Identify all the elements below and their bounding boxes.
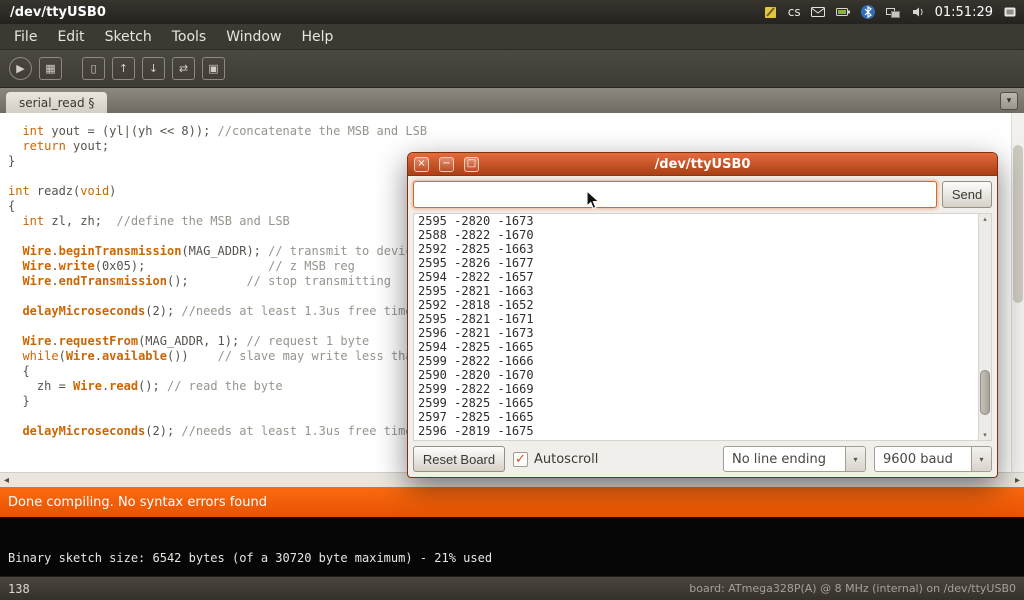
screen: /dev/ttyUSB0 cs 01:51:29: [0, 0, 1024, 600]
maximize-button[interactable]: □: [464, 157, 479, 172]
dialog-titlebar[interactable]: ×−□ /dev/ttyUSB0: [408, 153, 997, 176]
serial-output-line: 2590 -2820 -1670: [418, 368, 974, 382]
note-icon[interactable]: [763, 4, 779, 20]
serial-output-line: 2597 -2825 -1665: [418, 410, 974, 424]
serial-output-line: 2592 -2818 -1652: [418, 298, 974, 312]
menu-help[interactable]: Help: [291, 24, 343, 50]
window-controls: ×−□: [414, 157, 479, 172]
console-output: Binary sketch size: 6542 bytes (of a 307…: [0, 517, 1024, 576]
reset-board-button[interactable]: Reset Board: [413, 446, 505, 472]
serial-monitor-button[interactable]: ▣: [202, 57, 225, 80]
scroll-down-icon[interactable]: ▾: [979, 430, 991, 440]
chevron-down-icon: ▾: [845, 447, 865, 471]
save-sketch-button[interactable]: ↓: [142, 57, 165, 80]
bluetooth-icon[interactable]: [860, 4, 876, 20]
serial-output-area: 2595 -2820 -16732588 -2822 -16702592 -28…: [413, 213, 992, 441]
board-info: board: ATmega328P(A) @ 8 MHz (internal) …: [689, 582, 1016, 595]
upload-button[interactable]: ⇄: [172, 57, 195, 80]
status-message: Done compiling. No syntax errors found: [8, 495, 267, 510]
dialog-title: /dev/ttyUSB0: [408, 157, 997, 172]
line-ending-value: No line ending: [724, 452, 845, 467]
baud-value: 9600 baud: [875, 452, 971, 467]
scroll-left-icon[interactable]: ◂: [4, 475, 9, 486]
serial-output-line: 2594 -2825 -1665: [418, 340, 974, 354]
clock[interactable]: 01:51:29: [935, 5, 993, 20]
send-row: Send: [413, 181, 992, 208]
serial-scrollbar[interactable]: ▴ ▾: [978, 214, 991, 440]
code-line: int yout = (yl|(yh << 8)); //concatenate…: [8, 124, 1024, 139]
serial-output-line: 2595 -2826 -1677: [418, 256, 974, 270]
tab-label: serial_read §: [19, 96, 94, 110]
system-tray: cs 01:51:29: [763, 4, 1018, 20]
serial-output-line: 2599 -2825 -1665: [418, 396, 974, 410]
top-panel: /dev/ttyUSB0 cs 01:51:29: [0, 0, 1024, 24]
scrollbar-thumb[interactable]: [1013, 145, 1023, 303]
network-icon[interactable]: [885, 4, 901, 20]
window-title: /dev/ttyUSB0: [10, 5, 106, 20]
serial-output-line: 2594 -2822 -1657: [418, 270, 974, 284]
serial-output-line: 2596 -2819 -1675: [418, 424, 974, 438]
autoscroll-label: Autoscroll: [534, 452, 598, 467]
tab-menu-button[interactable]: ▾: [1000, 92, 1018, 110]
keyboard-layout-indicator[interactable]: cs: [788, 5, 801, 19]
stop-button[interactable]: ▦: [39, 57, 62, 80]
baud-select[interactable]: 9600 baud ▾: [874, 446, 992, 472]
menu-bar: FileEditSketchToolsWindowHelp: [0, 24, 1024, 50]
menu-edit[interactable]: Edit: [47, 24, 94, 50]
chevron-down-icon: ▾: [1007, 96, 1012, 106]
verify-button[interactable]: ▶: [9, 57, 32, 80]
tab-bar: serial_read § ▾: [0, 88, 1024, 113]
new-sketch-button[interactable]: ▯: [82, 57, 105, 80]
menu-sketch[interactable]: Sketch: [95, 24, 162, 50]
serial-input[interactable]: [413, 181, 937, 208]
serial-output-line: 2595 -2821 -1671: [418, 312, 974, 326]
chevron-down-icon: ▾: [971, 447, 991, 471]
console-line: Binary sketch size: 6542 bytes (of a 307…: [8, 551, 1016, 566]
editor-vertical-scrollbar[interactable]: [1011, 113, 1024, 472]
session-icon[interactable]: [1002, 4, 1018, 20]
battery-icon[interactable]: [835, 4, 851, 20]
scroll-right-icon[interactable]: ▸: [1015, 475, 1020, 486]
autoscroll-checkbox[interactable]: ✓: [513, 452, 528, 467]
autoscroll-option[interactable]: ✓ Autoscroll: [513, 452, 598, 467]
toolbar: ▶ ▦ ▯ ↑ ↓ ⇄ ▣: [0, 50, 1024, 88]
menu-file[interactable]: File: [4, 24, 47, 50]
close-button[interactable]: ×: [414, 157, 429, 172]
tab-serial-read[interactable]: serial_read §: [6, 92, 107, 113]
serial-output-line: 2595 -2820 -1673: [418, 214, 974, 228]
line-ending-select[interactable]: No line ending ▾: [723, 446, 866, 472]
serial-output-line: 2599 -2822 -1666: [418, 354, 974, 368]
serial-output-line: 2588 -2822 -1670: [418, 228, 974, 242]
line-number-indicator: 138: [8, 582, 30, 596]
volume-icon[interactable]: [910, 4, 926, 20]
menu-tools[interactable]: Tools: [162, 24, 217, 50]
serial-output-line: 2599 -2822 -1669: [418, 382, 974, 396]
mouse-cursor: [586, 190, 600, 214]
mail-icon[interactable]: [810, 4, 826, 20]
serial-output-line: 2595 -2821 -1663: [418, 284, 974, 298]
serial-output-line: 2596 -2821 -1673: [418, 326, 974, 340]
menu-window[interactable]: Window: [216, 24, 291, 50]
send-button[interactable]: Send: [942, 181, 992, 208]
serial-output: 2595 -2820 -16732588 -2822 -16702592 -28…: [414, 214, 978, 440]
monitor-controls: Reset Board ✓ Autoscroll No line ending …: [413, 446, 992, 472]
compile-status-bar: Done compiling. No syntax errors found: [0, 487, 1024, 517]
serial-output-line: 2592 -2825 -1663: [418, 242, 974, 256]
footer-bar: 138 board: ATmega328P(A) @ 8 MHz (intern…: [0, 576, 1024, 600]
scrollbar-thumb[interactable]: [980, 370, 990, 415]
minimize-button[interactable]: −: [439, 157, 454, 172]
serial-monitor-window: ×−□ /dev/ttyUSB0 Send 2595 -2820 -167325…: [407, 152, 998, 478]
dialog-body: Send 2595 -2820 -16732588 -2822 -1670259…: [408, 176, 997, 477]
open-sketch-button[interactable]: ↑: [112, 57, 135, 80]
scroll-up-icon[interactable]: ▴: [979, 214, 991, 224]
